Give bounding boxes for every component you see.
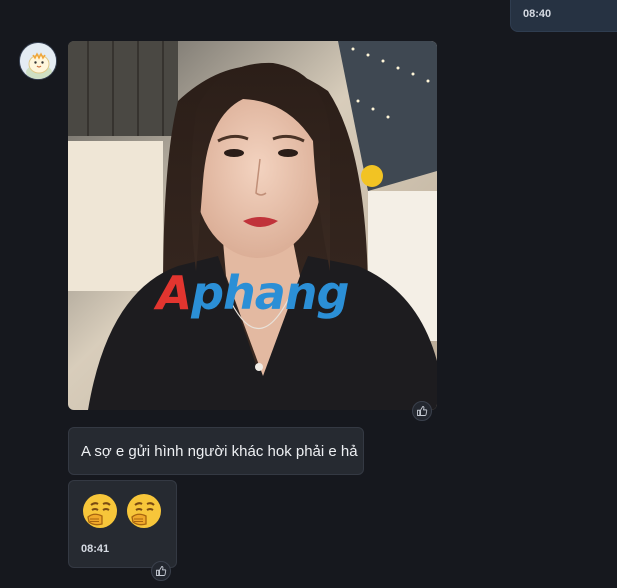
message-time: 08:40	[523, 8, 552, 20]
thumbs-up-icon	[156, 566, 167, 576]
avatar-cartoon-icon	[20, 43, 56, 79]
portrait-photo	[68, 41, 437, 410]
thinking-face-icon	[127, 494, 161, 528]
react-button[interactable]	[412, 401, 432, 421]
image-message[interactable]: Aphang	[68, 41, 437, 410]
thumbs-up-icon	[417, 406, 428, 416]
message-text: A sợ e gửi hình người khác hok phải e hả	[81, 442, 358, 460]
message-time: 08:41	[81, 543, 110, 555]
react-button[interactable]	[151, 561, 171, 581]
outgoing-message-bubble[interactable]: 08:40	[510, 0, 617, 32]
thinking-face-icon	[83, 494, 117, 528]
avatar[interactable]	[19, 42, 57, 80]
text-message-bubble[interactable]: A sợ e gửi hình người khác hok phải e hả	[68, 427, 364, 475]
emoji-message-bubble[interactable]: 08:41	[68, 480, 177, 568]
